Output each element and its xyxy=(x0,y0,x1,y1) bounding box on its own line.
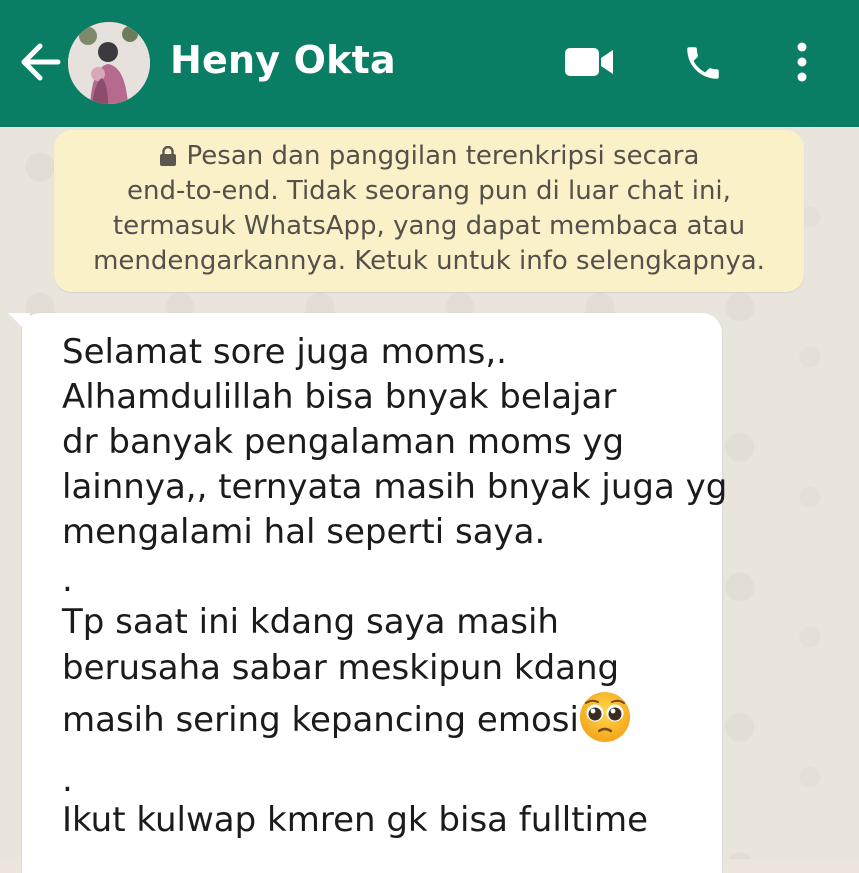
message-line: . xyxy=(62,560,73,600)
avatar-photo xyxy=(68,22,150,104)
more-vertical-icon xyxy=(797,42,807,82)
video-camera-icon xyxy=(565,48,613,76)
message-line: Selamat sore juga moms,. xyxy=(62,332,507,372)
message-line: lainnya,, ternyata masih bnyak juga yg xyxy=(62,467,728,507)
contact-name[interactable]: Heny Okta xyxy=(170,38,396,82)
more-options-button[interactable] xyxy=(792,40,812,84)
pleading-face-emoji-icon xyxy=(580,692,630,742)
contact-avatar[interactable] xyxy=(68,22,150,104)
notice-line-2: end-to-end. Tidak seorang pun di luar ch… xyxy=(127,176,731,206)
phone-icon xyxy=(687,47,719,79)
arrow-left-icon xyxy=(21,43,61,81)
back-button[interactable] xyxy=(18,42,62,82)
lock-icon xyxy=(159,146,176,166)
message-line: Ikut kulwap kmren gk bisa fulltime xyxy=(62,800,649,840)
notice-line-4: mendengarkannya. Ketuk untuk info seleng… xyxy=(93,246,765,276)
notice-line-3: termasuk WhatsApp, yang dapat membaca at… xyxy=(112,211,746,241)
notice-line-1: Pesan dan panggilan terenkripsi secara xyxy=(54,139,804,174)
notice-text-1: Pesan dan panggilan terenkripsi secara xyxy=(186,141,700,171)
message-line: masih sering kepancing emosi xyxy=(62,700,579,740)
message-line: mengalami hal seperti saya. xyxy=(62,512,546,552)
message-line: berusaha sabar meskipun kdang xyxy=(62,648,620,688)
message-line: Tp saat ini kdang saya masih xyxy=(62,602,559,642)
message-line: Alhamdulillah bisa bnyak belajar xyxy=(62,377,617,417)
chat-header: Heny Okta xyxy=(0,0,859,127)
message-line: . xyxy=(62,760,73,800)
message-line-with-emoji: masih sering kepancing emosi xyxy=(62,692,630,742)
encryption-notice[interactable]: Pesan dan panggilan terenkripsi secara e… xyxy=(54,130,804,292)
video-call-button[interactable] xyxy=(563,42,615,82)
message-line: dr banyak pengalaman moms yg xyxy=(62,422,625,462)
voice-call-button[interactable] xyxy=(682,42,724,84)
